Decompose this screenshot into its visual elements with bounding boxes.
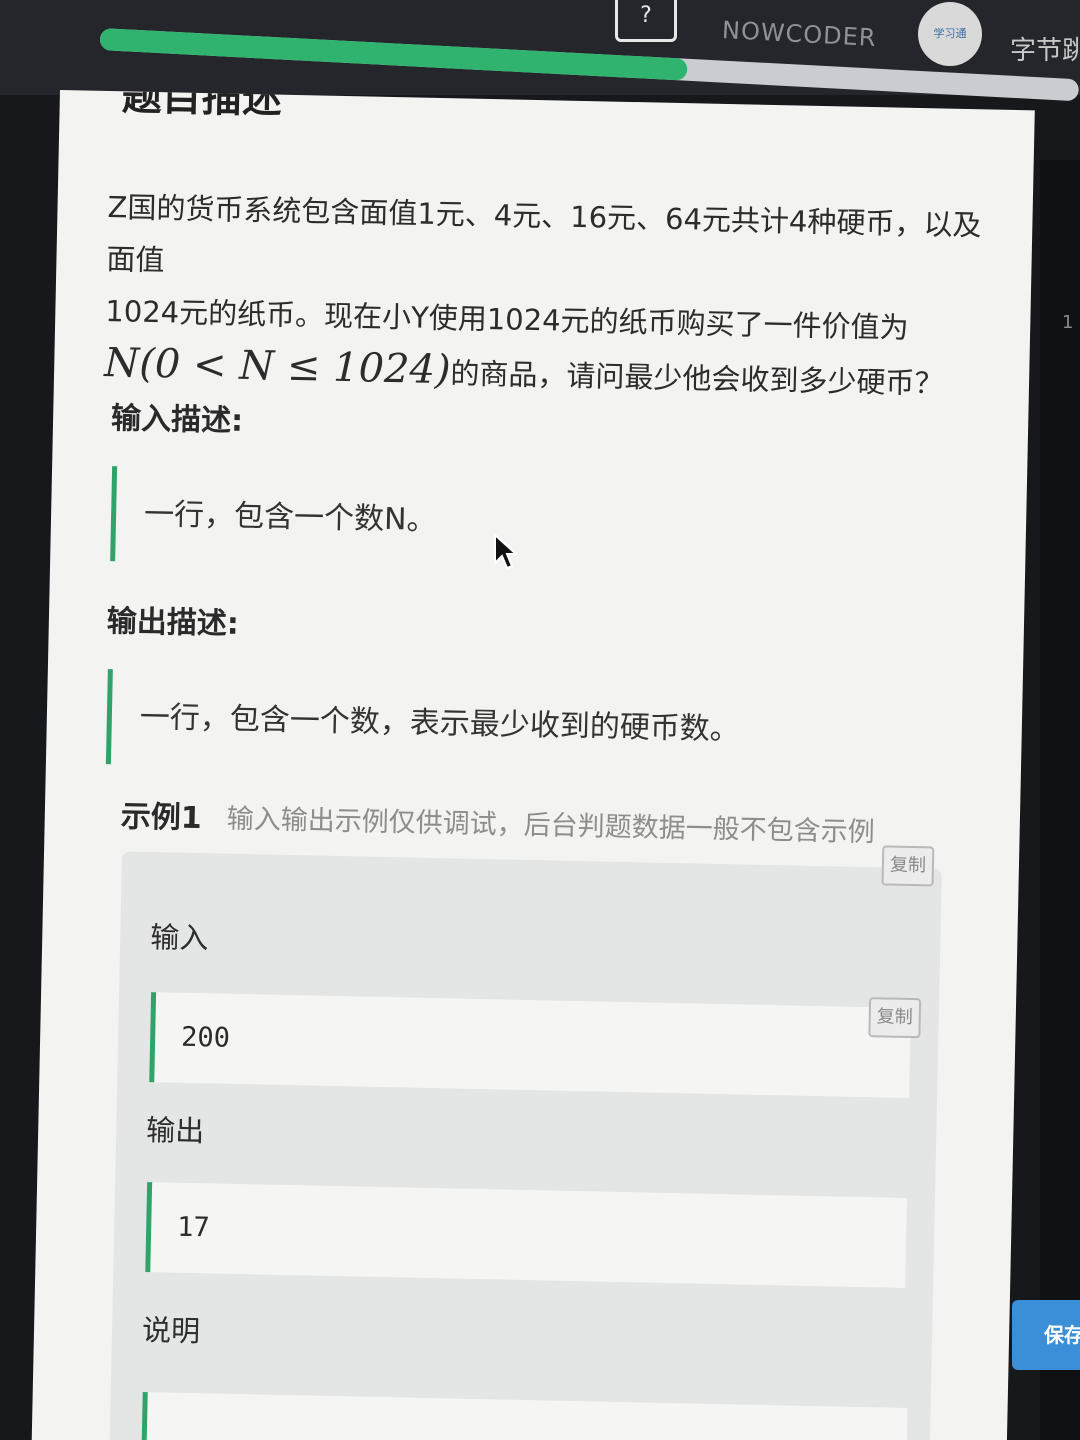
example-input-value: 200: [149, 992, 911, 1099]
output-description: 一行，包含一个数，表示最少收到的硬币数。: [105, 669, 958, 782]
example-explain-label: 说明: [141, 1312, 201, 1349]
screen: ? NOWCODER 学习通 字节跳 1 保存 题目描述 Z国的货币系统包含面值…: [0, 0, 1080, 1440]
save-button[interactable]: 保存: [1012, 1300, 1080, 1370]
problem-heading: 题目描述: [121, 90, 283, 123]
example-title: 示例1: [120, 799, 203, 837]
avatar[interactable]: 学习通: [918, 2, 982, 66]
logo-text: NOWCODER: [721, 15, 878, 53]
output-description-title: 输出描述:: [106, 604, 240, 642]
math-formula: N(0 < N ≤ 1024): [103, 339, 452, 394]
desc-line-3-text: 的商品，请问最少他会收到多少硬币？: [450, 356, 944, 401]
problem-card: 题目描述 Z国的货币系统包含面值1元、4元、16元、64元共计4种硬币，以及面值…: [30, 90, 1035, 1440]
example-note: 输入输出示例仅供调试，后台判题数据一般不包含示例: [226, 803, 875, 849]
example-input-label: 输入: [149, 920, 209, 956]
input-description-title: 输入描述:: [110, 401, 244, 439]
example-output-label: 输出: [145, 1113, 205, 1149]
input-description: 一行，包含一个数N。: [110, 466, 962, 579]
example-output-value: 17: [145, 1182, 907, 1288]
example-box: 复制 输入 200 复制 输出 17 说明: [108, 845, 942, 1440]
editor-panel: [1040, 160, 1080, 1440]
copy-input-button[interactable]: 复制: [868, 997, 922, 1039]
example-explain-block: [140, 1392, 908, 1440]
top-user-text: 字节跳: [1010, 36, 1080, 66]
copy-example-button[interactable]: 复制: [881, 845, 935, 887]
problem-description: Z国的货币系统包含面值1元、4元、16元、64元共计4种硬币，以及面值 1024…: [104, 181, 988, 410]
top-bar: ? NOWCODER 学习通 字节跳: [0, 0, 1080, 102]
nowcoder-logo-icon[interactable]: ?: [615, 0, 677, 42]
editor-line-number: 1: [1062, 312, 1074, 333]
desc-line-1: Z国的货币系统包含面值1元、4元、16元、64元共计4种硬币，以及面值: [106, 190, 982, 278]
progress-fill: [99, 28, 688, 81]
mouse-cursor-icon: [494, 533, 519, 570]
